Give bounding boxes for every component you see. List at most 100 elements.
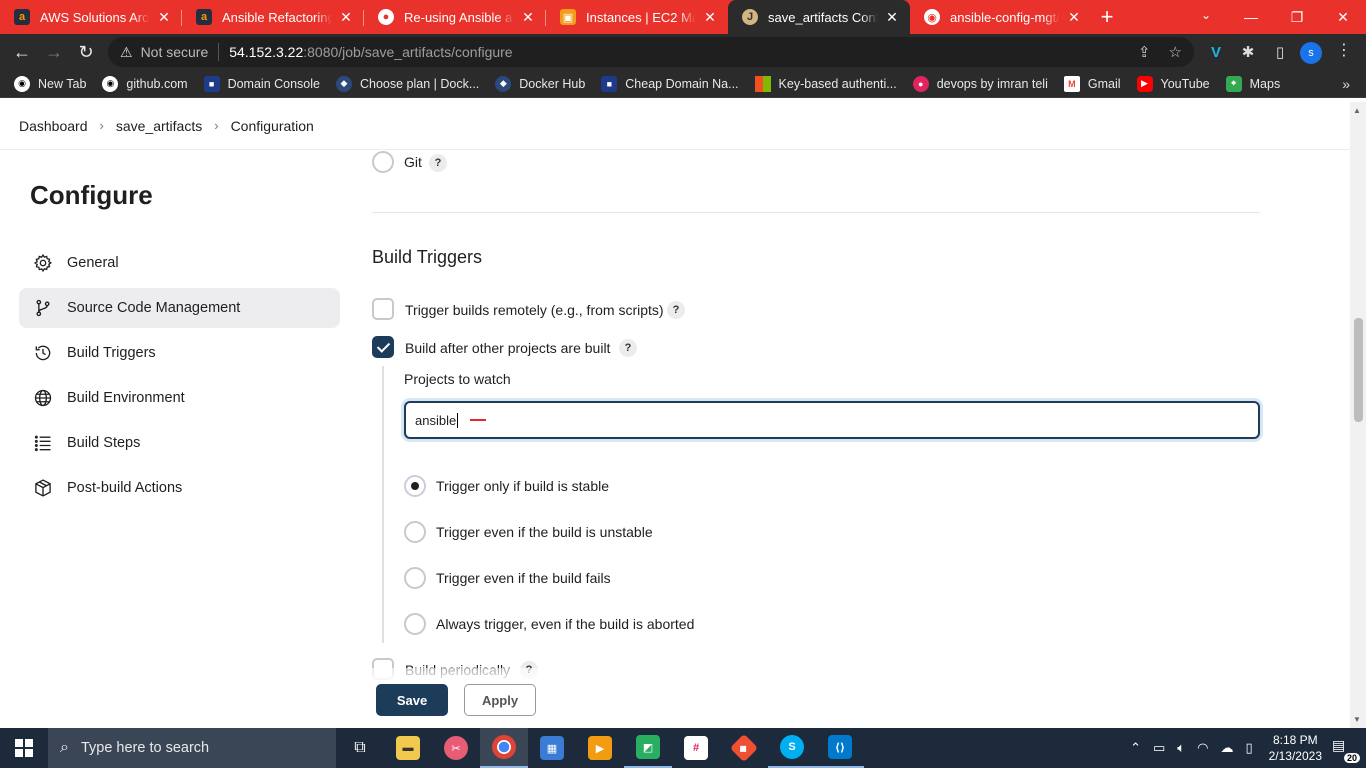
notification-count: 20 [1343,753,1360,763]
vimeo-extension-icon[interactable]: V [1204,40,1228,64]
system-tray: ⌃ ▭ 🔈︎ ◠ ☁︎ ▯ 8:18 PM 2/13/2023 ▤ 20 [1124,728,1366,768]
bookmark-item[interactable]: ■ Domain Console [203,75,320,92]
extensions-icon[interactable]: ✱ [1236,40,1260,64]
sidebar-item-build-environment[interactable]: Build Environment [19,378,340,418]
help-icon[interactable]: ? [619,339,637,357]
chevron-up-icon[interactable]: ⌃ [1130,740,1141,756]
help-icon[interactable]: ? [667,301,685,319]
tab-search-icon[interactable]: ⌄ [1192,0,1220,30]
bookmark-item[interactable]: ■ Cheap Domain Na... [601,75,739,92]
bookmark-item[interactable]: ● devops by imran teli [912,75,1048,92]
git-radio[interactable] [372,151,394,173]
close-window-icon[interactable]: ✕ [1320,0,1366,34]
trigger-stable-label: Trigger only if build is stable [436,478,610,494]
close-tab-icon[interactable]: ✕ [338,9,354,26]
address-bar[interactable]: ⚠ Not secure 54.152.3.22 :8080/job/save_… [108,37,1194,67]
taskbar-clock[interactable]: 8:18 PM 2/13/2023 [1269,732,1322,764]
scroll-up-icon[interactable]: ▲ [1353,106,1361,115]
scrollbar-thumb[interactable] [1354,318,1363,422]
trigger-unstable-radio[interactable] [404,521,426,543]
task-view-icon[interactable]: ⧉ [336,728,384,768]
minimize-icon[interactable]: — [1228,0,1274,34]
sidebar-item-build-triggers[interactable]: Build Triggers [19,333,340,373]
profile-avatar[interactable]: s [1300,42,1322,64]
browser-tab[interactable]: a Ansible Refactoring and ✕ [182,0,364,34]
bookmark-item[interactable]: ⌖ Maps [1225,75,1280,92]
notification-center-icon[interactable]: ▤ 20 [1332,737,1360,763]
trigger-stable-radio[interactable] [404,475,426,497]
taskbar-search-placeholder: Type here to search [80,740,210,756]
globe-icon [33,388,53,408]
bookmark-item[interactable]: ◆ Choose plan | Dock... [336,75,479,92]
list-icon [33,433,53,453]
save-button[interactable]: Save [376,684,448,716]
back-icon[interactable]: ← [6,36,38,68]
bookmark-item[interactable]: ▶ YouTube [1136,75,1210,92]
browser-tab-active[interactable]: J save_artifacts Config [Jenkins] ✕ [728,0,910,34]
sidebar-item-label: Source Code Management [67,300,241,316]
breadcrumb-dashboard[interactable]: Dashboard [19,118,88,134]
page-scrollbar[interactable]: ▲ ▼ [1350,102,1366,728]
windows-start-icon[interactable] [0,728,48,768]
projects-to-watch-value: ansible [415,412,457,428]
breadcrumb-job[interactable]: save_artifacts [116,118,202,134]
device-icon[interactable]: ▯ [1245,740,1252,756]
close-tab-icon[interactable]: ✕ [1066,9,1082,26]
apply-button[interactable]: Apply [464,684,536,716]
taskbar-search-box[interactable]: ⌕ Type here to search [48,728,336,768]
sidebar-item-label: Build Steps [67,435,141,451]
build-after-other-projects-checkbox[interactable] [372,336,394,358]
volume-icon[interactable]: 🔈︎ [1177,740,1185,756]
bookmark-star-icon[interactable]: ☆ [1169,43,1182,61]
close-tab-icon[interactable]: ✕ [884,9,900,26]
restore-icon[interactable]: ❐ [1274,0,1320,34]
git-icon[interactable]: ◆ [720,728,768,768]
trigger-aborted-label: Always trigger, even if the build is abo… [436,616,695,632]
bookmark-item[interactable]: Key-based authenti... [754,75,897,92]
share-icon[interactable]: ⇪ [1138,43,1151,61]
bookmark-item[interactable]: M Gmail [1063,75,1121,92]
menu-icon[interactable]: ⋮ [1336,40,1352,60]
chrome-icon[interactable] [480,728,528,768]
new-tab-button[interactable]: + [1092,0,1122,34]
bookmark-item[interactable]: ◉ github.com [102,75,188,92]
close-tab-icon[interactable]: ✕ [702,9,718,26]
image-editor-icon[interactable]: ◩ [624,728,672,768]
close-tab-icon[interactable]: ✕ [156,9,172,26]
photos-icon[interactable]: ▦ [528,728,576,768]
sidebar-item-build-steps[interactable]: Build Steps [19,423,340,463]
projects-to-watch-input[interactable]: ansible [404,401,1260,439]
onedrive-icon[interactable]: ☁︎ [1220,740,1233,756]
side-panel-icon[interactable]: ▯ [1268,40,1292,64]
forward-icon[interactable]: → [38,36,70,68]
bookmark-item[interactable]: ◆ Docker Hub [495,75,585,92]
sidebar-item-post-build-actions[interactable]: Post-build Actions [19,468,340,508]
browser-tab[interactable]: ◉ ansible-config-mgt/README ✕ [910,0,1092,34]
browser-tab[interactable]: ▣ Instances | EC2 Management ✕ [546,0,728,34]
file-explorer-icon[interactable]: ▬ [384,728,432,768]
reload-icon[interactable]: ↻ [70,36,102,68]
close-tab-icon[interactable]: ✕ [520,9,536,26]
github-icon: ◉ [14,75,30,92]
vscode-icon[interactable]: ⟨⟩ [816,728,864,768]
windows-taskbar: ⌕ Type here to search ⧉ ▬ ✂ ▦ ▶ ◩ # ◆ S … [0,728,1366,768]
slack-icon[interactable]: # [672,728,720,768]
trigger-aborted-radio[interactable] [404,613,426,635]
tab-strip: a AWS Solutions Architect ✕ a Ansible Re… [0,0,1366,34]
snipping-tool-icon[interactable]: ✂ [432,728,480,768]
sidebar-item-general[interactable]: General [19,243,340,283]
trigger-remotely-checkbox[interactable] [372,298,394,320]
skype-icon[interactable]: S [768,728,816,768]
sidebar-item-source-code-management[interactable]: Source Code Management [19,288,340,328]
browser-tab[interactable]: a AWS Solutions Architect ✕ [0,0,182,34]
wifi-icon[interactable]: ◠ [1197,740,1208,756]
scroll-down-icon[interactable]: ▼ [1353,715,1361,724]
help-icon[interactable]: ? [429,154,447,172]
battery-icon[interactable]: ▭ [1153,740,1165,756]
url-host: 54.152.3.22 [229,44,304,60]
trigger-fails-radio[interactable] [404,567,426,589]
more-bookmarks-icon[interactable]: » [1342,76,1350,92]
bookmark-item[interactable]: ◉ New Tab [14,75,86,92]
media-player-icon[interactable]: ▶ [576,728,624,768]
browser-tab[interactable]: ● Re-using Ansible artifacts ✕ [364,0,546,34]
